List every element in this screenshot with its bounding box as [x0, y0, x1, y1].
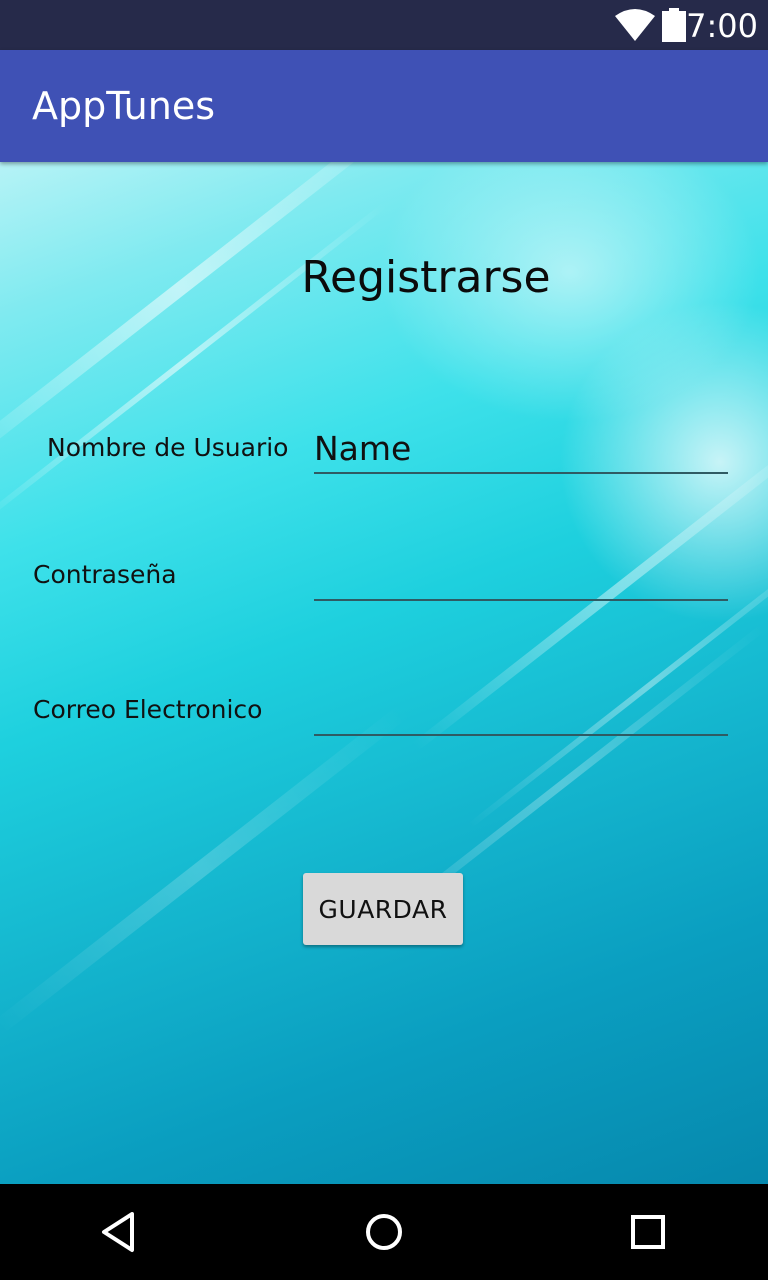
username-input[interactable]	[314, 424, 728, 474]
battery-icon	[662, 8, 686, 42]
phone-screen: 7:00 AppTunes Registrarse Nombre de Usua…	[0, 0, 768, 1280]
background-streak	[0, 703, 410, 1037]
status-bar: 7:00	[0, 0, 768, 50]
email-input[interactable]	[314, 686, 728, 736]
username-label: Nombre de Usuario	[47, 433, 289, 462]
nav-bar	[0, 1184, 768, 1280]
password-label: Contraseña	[33, 560, 177, 589]
registration-form: Registrarse Nombre de Usuario Contraseña…	[0, 162, 768, 1184]
password-input[interactable]	[314, 551, 728, 601]
save-button[interactable]: GUARDAR	[303, 873, 463, 945]
app-title: AppTunes	[32, 84, 216, 128]
back-icon[interactable]	[96, 1208, 144, 1256]
email-label: Correo Electronico	[33, 695, 263, 724]
home-icon[interactable]	[360, 1208, 408, 1256]
app-bar: AppTunes	[0, 50, 768, 162]
wifi-icon	[615, 9, 655, 41]
status-time: 7:00	[686, 7, 758, 45]
page-title: Registrarse	[301, 252, 551, 303]
recents-icon[interactable]	[624, 1208, 672, 1256]
